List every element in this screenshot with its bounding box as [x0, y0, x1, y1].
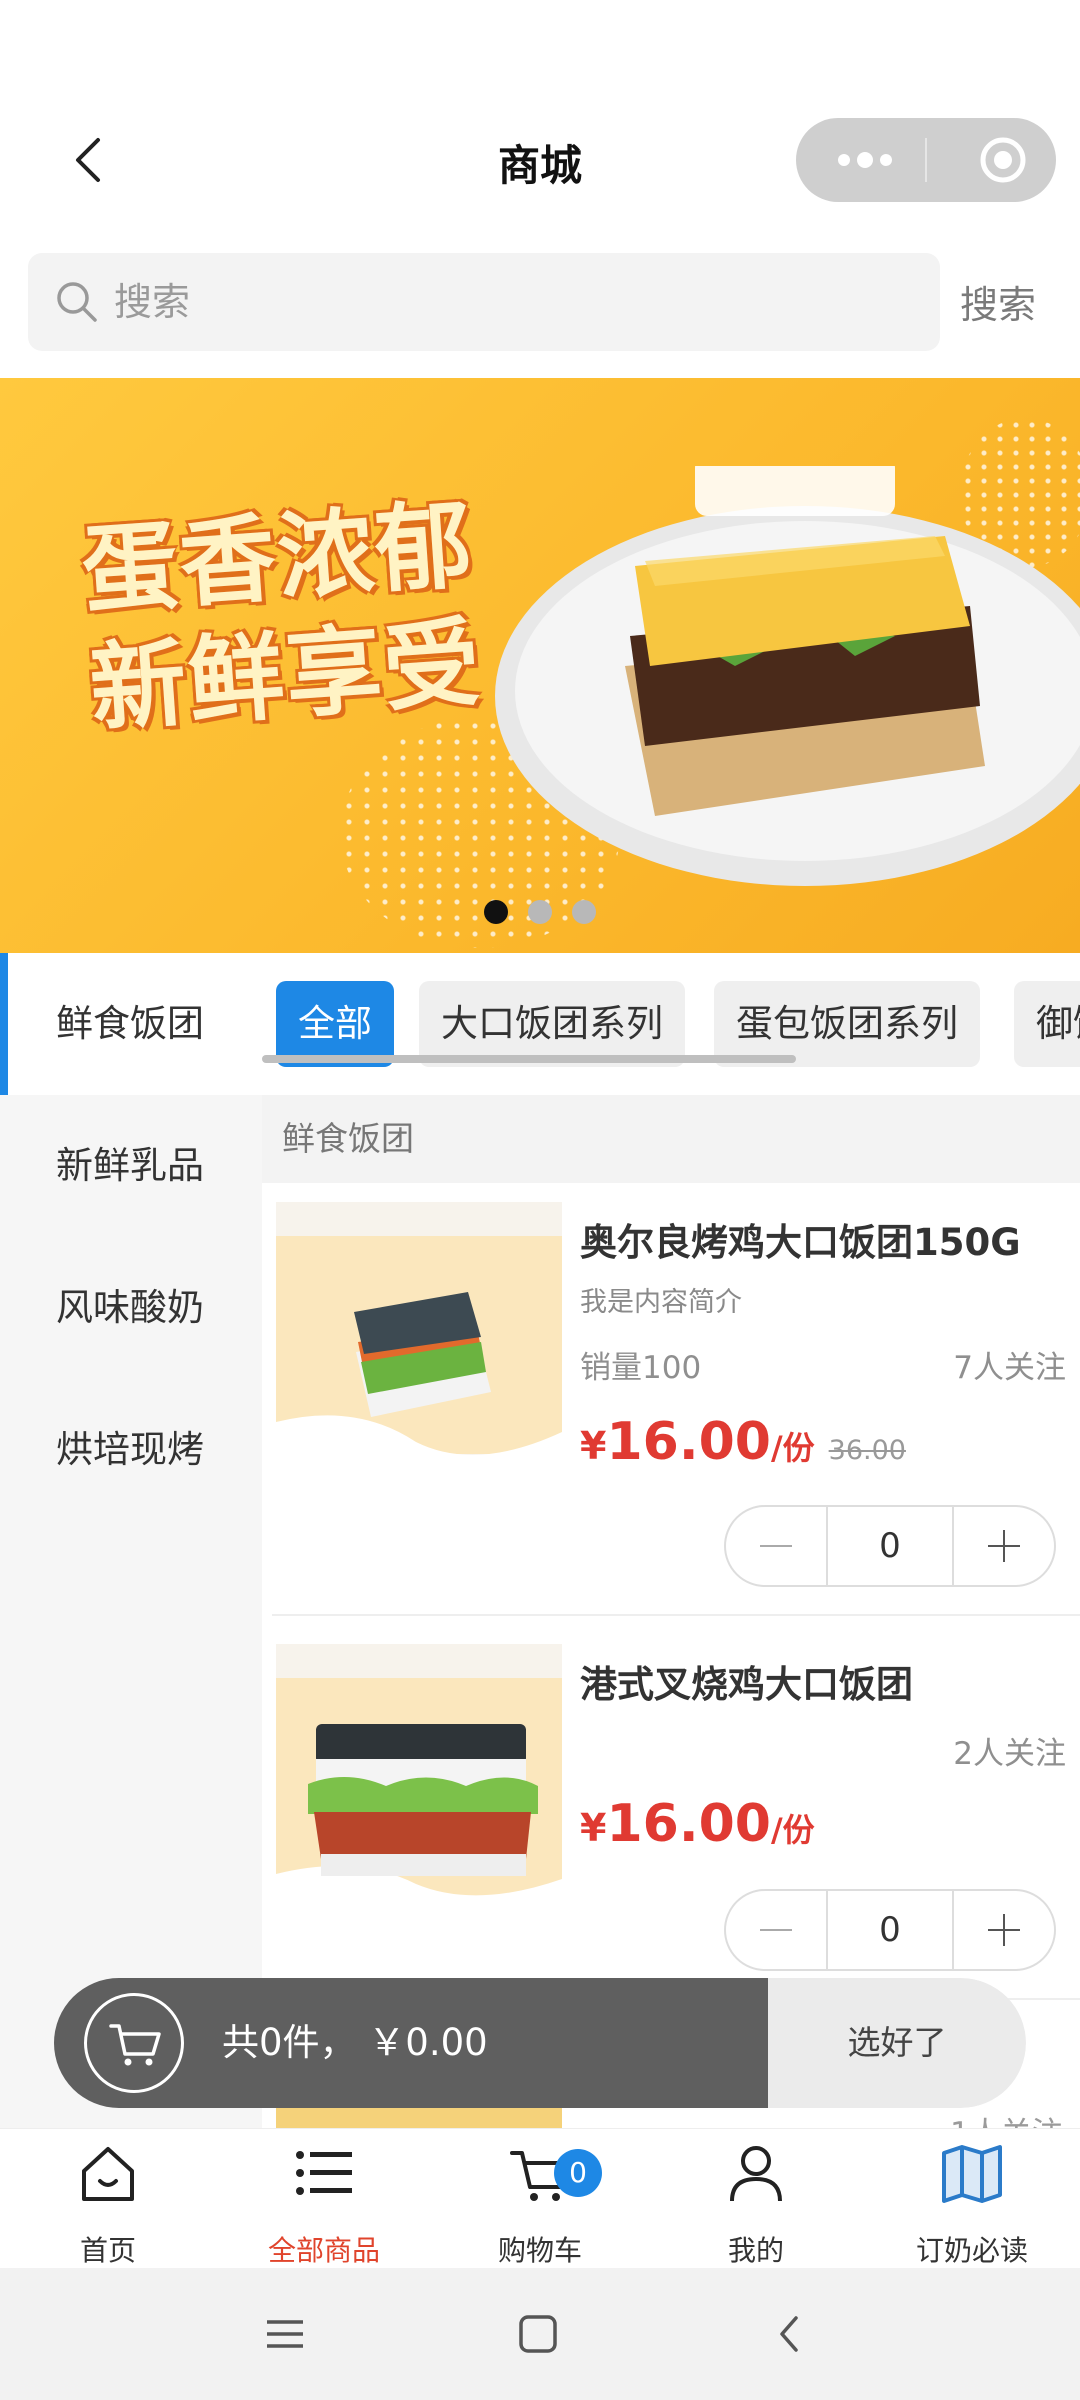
cart-button[interactable]: [84, 1993, 184, 2093]
system-nav-bar: [0, 2268, 1080, 2400]
tab-home[interactable]: 首页: [0, 2129, 216, 2269]
cart-badge: 0: [554, 2149, 602, 2197]
product-price: ¥16.00/份: [580, 1794, 815, 1854]
category-sidebar: 鲜食饭团 新鲜乳品 风味酸奶 烘培现烤: [0, 953, 262, 1523]
carousel-dot[interactable]: [528, 900, 552, 924]
quantity-value[interactable]: 0: [826, 1507, 954, 1585]
more-dots-icon[interactable]: [830, 140, 900, 180]
price-unit: /份: [770, 1429, 815, 1467]
sidebar-item-bakery[interactable]: 烘培现烤: [0, 1379, 262, 1521]
promo-banner[interactable]: 蛋香浓郁 新鲜享受: [0, 378, 1080, 953]
home-icon: [82, 2147, 134, 2201]
sidebar-item-fresh-rice-balls[interactable]: 鲜食饭团: [0, 953, 262, 1095]
decrease-button[interactable]: [726, 1507, 826, 1585]
product-sales: 销量100: [580, 1350, 702, 1386]
tab-label: 购物车: [497, 2234, 582, 2267]
product-card[interactable]: 奥尔良烤鸡大口饭团150G 我是内容简介 销量100 7人关注 ¥16.00/份…: [272, 1202, 1080, 1642]
carousel-dots: [0, 900, 1080, 928]
mall-page: 商城 搜索 搜索 蛋香浓郁 新鲜享受 鲜食饭团 新鲜乳品 风味酸奶 烘培现烤 全…: [0, 0, 1080, 2400]
quantity-stepper: 0: [724, 1505, 1056, 1587]
product-price: ¥16.00/份 36.00: [580, 1412, 906, 1472]
bottom-tab-bar: 首页 全部商品 0 购物车 我的 订奶必读: [0, 2128, 1080, 2268]
home-square-icon[interactable]: [508, 2304, 568, 2364]
back-arrow-icon[interactable]: [60, 130, 120, 190]
tab-ordering-guide[interactable]: 订奶必读: [864, 2129, 1080, 2269]
tab-mine[interactable]: 我的: [648, 2129, 864, 2269]
carousel-dot[interactable]: [572, 900, 596, 924]
quantity-stepper: 0: [724, 1889, 1056, 1971]
price-unit: /份: [770, 1811, 815, 1849]
list-icon: [296, 2151, 352, 2195]
price-currency: ¥: [580, 1806, 607, 1850]
chips-scrollbar[interactable]: [262, 1055, 796, 1063]
rice-ball-image: [276, 1202, 562, 1488]
decrease-button[interactable]: [726, 1891, 826, 1969]
cart-summary: 共0件， ￥0.00: [222, 2021, 488, 2064]
rice-ball-image: [276, 1644, 562, 1930]
product-followers: 2人关注: [953, 1736, 1066, 1772]
price-value: 16.00: [606, 1794, 771, 1854]
increase-button[interactable]: [954, 1507, 1054, 1585]
rice-sandwich-image: [495, 466, 1080, 886]
product-image-partial: [276, 2108, 562, 2128]
sidebar-item-flavored-yogurt[interactable]: 风味酸奶: [0, 1237, 262, 1379]
mini-program-capsule: [796, 118, 1056, 202]
carousel-dot[interactable]: [484, 900, 508, 924]
price-value: 16.00: [606, 1412, 771, 1472]
banner-headline: 蛋香浓郁 新鲜享受: [78, 488, 486, 746]
search-box: [28, 253, 940, 351]
tab-cart[interactable]: 0 购物车: [432, 2129, 648, 2269]
increase-button[interactable]: [954, 1891, 1054, 1969]
section-title: 鲜食饭团: [262, 1095, 1080, 1183]
cart-summary-area[interactable]: 共0件， ￥0.00: [54, 1978, 768, 2108]
close-target-icon[interactable]: [978, 135, 1028, 185]
cart-icon: [109, 2024, 161, 2066]
product-name[interactable]: 港式叉烧鸡大口饭团: [580, 1654, 913, 1708]
search-icon: [57, 282, 97, 322]
tab-label: 我的: [727, 2234, 784, 2267]
search-input[interactable]: [114, 253, 914, 351]
subcategory-chips: 全部 大口饭团系列 蛋包饭团系列 御饭: [262, 953, 1080, 1095]
chip-onigiri[interactable]: 御饭: [1014, 981, 1080, 1067]
tab-label: 订奶必读: [915, 2234, 1028, 2267]
user-icon: [730, 2146, 782, 2202]
tab-label: 首页: [79, 2234, 136, 2267]
map-book-icon: [942, 2145, 1002, 2203]
product-description: 我是内容简介: [580, 1287, 742, 1318]
checkout-area: 选好了: [768, 1978, 1026, 2108]
search-button[interactable]: 搜索: [960, 274, 1036, 329]
product-followers: 7人关注: [953, 1350, 1066, 1386]
quantity-value[interactable]: 0: [826, 1891, 954, 1969]
cart-bar: 共0件， ￥0.00 选好了: [54, 1978, 1026, 2108]
capsule-divider: [925, 138, 927, 182]
tab-all-products[interactable]: 全部商品: [216, 2129, 432, 2269]
back-icon[interactable]: [760, 2304, 820, 2364]
product-divider: [272, 1614, 1080, 1616]
menu-icon[interactable]: [255, 2304, 315, 2364]
product-name[interactable]: 奥尔良烤鸡大口饭团150G: [580, 1212, 1021, 1266]
product-image: [276, 1202, 562, 1488]
product-image: [276, 1644, 562, 1930]
sidebar-item-fresh-dairy[interactable]: 新鲜乳品: [0, 1095, 262, 1237]
price-currency: ¥: [580, 1424, 607, 1468]
checkout-button[interactable]: 选好了: [768, 1978, 1026, 2108]
tab-label: 全部商品: [267, 2234, 380, 2267]
top-bar: 商城: [0, 110, 1080, 210]
original-price: 36.00: [828, 1435, 906, 1466]
